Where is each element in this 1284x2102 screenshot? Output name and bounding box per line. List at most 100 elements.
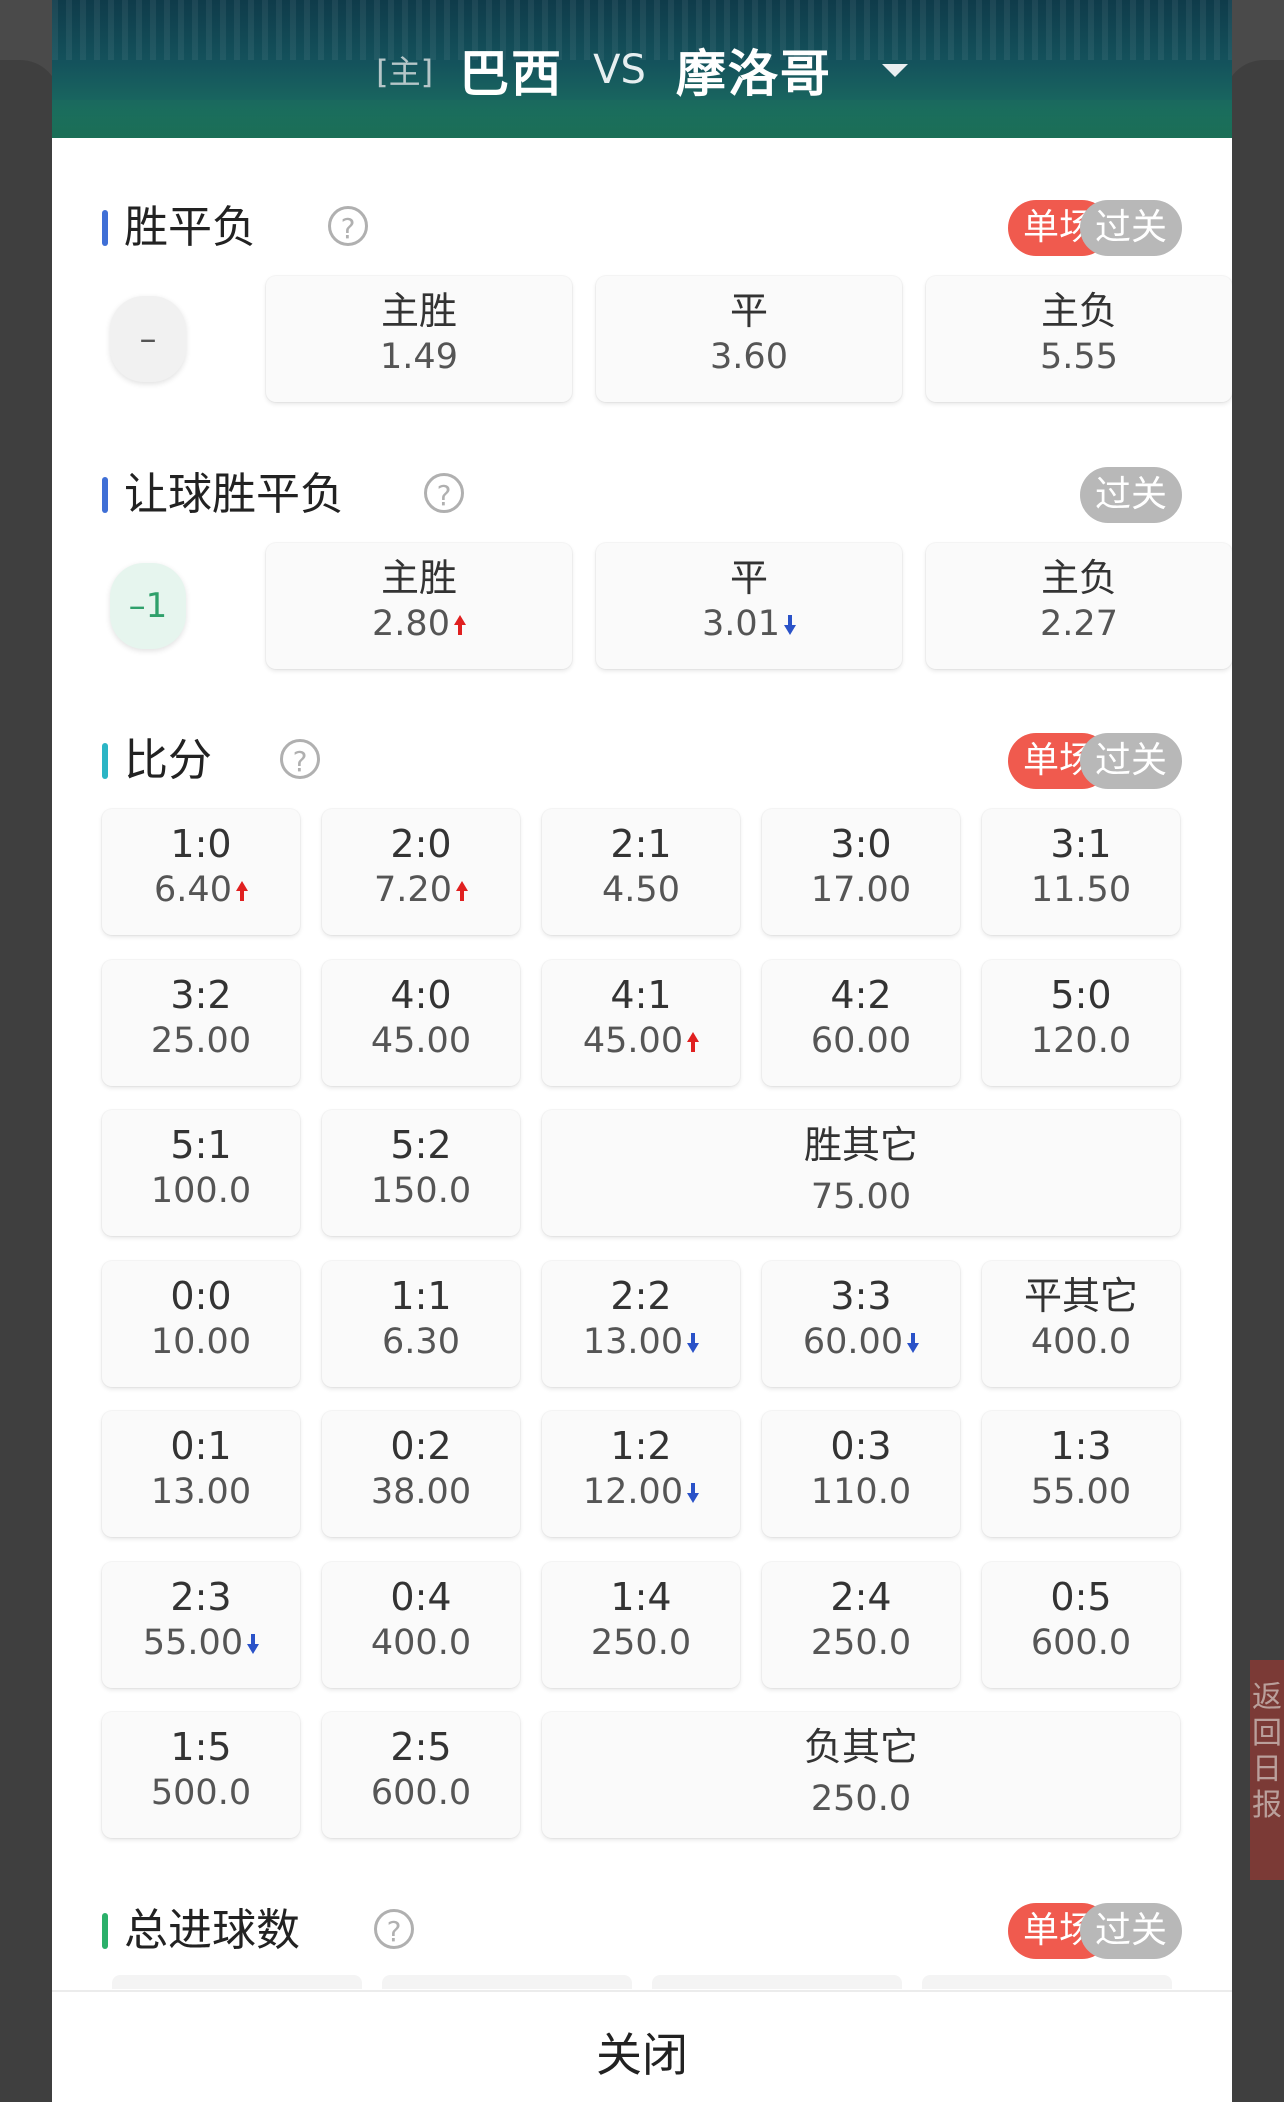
close-button[interactable]: 关闭 [52, 1990, 1232, 2102]
score-odds: 17.00 [810, 870, 912, 910]
arrow-up-icon [453, 615, 466, 635]
score-odds: 38.00 [370, 1472, 472, 1512]
score-option[interactable]: 平其它 400.0 [982, 1260, 1180, 1387]
option-home-loss[interactable]: 主负 2.27 [926, 543, 1232, 669]
option-home-win[interactable]: 主胜 2.80 [266, 543, 572, 669]
score-label: 4:1 [610, 972, 672, 1017]
score-option[interactable]: 2:4 250.0 [762, 1561, 960, 1688]
score-odds: 250.0 [590, 1622, 692, 1663]
score-odds: 150.0 [370, 1171, 472, 1211]
score-label: 0:0 [170, 1273, 232, 1318]
option-label: 主负 [1040, 289, 1117, 333]
score-option[interactable]: 3:2 25.00 [102, 959, 300, 1086]
section-title: 总进球数 [124, 1905, 300, 1956]
score-label: 0:4 [390, 1574, 452, 1619]
score-label: 5:0 [1050, 972, 1112, 1017]
section-bar [102, 1913, 108, 1949]
score-odds: 600.0 [370, 1773, 472, 1813]
score-option[interactable]: 2:2 13.00 [542, 1260, 740, 1387]
score-option[interactable]: 2:5 600.0 [322, 1712, 520, 1838]
score-option[interactable]: 3:0 17.00 [762, 809, 960, 935]
score-option[interactable]: 0:1 13.00 [102, 1411, 300, 1537]
score-label: 5:2 [390, 1123, 452, 1167]
vs-label: VS [593, 47, 646, 93]
help-icon[interactable]: ? [328, 206, 368, 246]
score-label: 1:3 [1050, 1424, 1112, 1468]
score-option[interactable]: 1:5 500.0 [102, 1712, 300, 1838]
chevron-down-icon[interactable] [881, 63, 908, 77]
score-label: 0:1 [170, 1424, 232, 1468]
background-left [0, 60, 60, 2102]
score-odds: 12.00 [582, 1472, 684, 1512]
score-odds: 120.0 [1030, 1020, 1132, 1061]
bet-sheet: [主] 巴西 VS 摩洛哥 胜平负 ? 单场 过关 – 主胜 1.49 平 3.… [52, 0, 1232, 2102]
help-icon[interactable]: ? [280, 739, 320, 779]
option-label: 平 [729, 289, 768, 333]
score-option[interactable]: 2:1 4.50 [542, 809, 740, 935]
score-label: 2:3 [170, 1574, 232, 1619]
option-draw[interactable]: 平 3.60 [596, 276, 902, 402]
score-option[interactable]: 1:1 6.30 [322, 1260, 520, 1387]
score-option[interactable]: 1:0 6.40 [102, 809, 300, 935]
score-option[interactable]: 负其它 250.0 [542, 1712, 1180, 1838]
score-option[interactable]: 4:2 60.00 [762, 959, 960, 1086]
score-label: 3:2 [170, 972, 232, 1017]
score-option[interactable]: 1:4 250.0 [542, 1561, 740, 1688]
option-label: 主胜 [380, 556, 457, 600]
score-option[interactable]: 4:1 45.00 [542, 959, 740, 1086]
score-option[interactable]: 0:3 110.0 [762, 1411, 960, 1537]
option-odds: 2.27 [1040, 604, 1118, 644]
score-option[interactable]: 2:3 55.00 [102, 1561, 300, 1688]
section-rqspf: 让球胜平负 ? 过关 –1 主胜 2.80 平 3.01 主负 2.27 [102, 467, 1232, 669]
close-label: 关闭 [596, 2028, 688, 2082]
score-label: 3:3 [830, 1273, 892, 1318]
score-option[interactable]: 1:3 55.00 [982, 1411, 1180, 1537]
option-draw[interactable]: 平 3.01 [596, 543, 902, 669]
match-header: [主] 巴西 VS 摩洛哥 [52, 0, 1232, 138]
option-odds: 3.60 [710, 337, 788, 377]
score-option[interactable]: 0:2 38.00 [322, 1411, 520, 1537]
arrow-down-icon [783, 615, 796, 635]
score-option[interactable]: 胜其它 75.00 [542, 1110, 1180, 1236]
score-option[interactable]: 2:0 7.20 [322, 809, 520, 935]
score-label: 2:0 [390, 822, 452, 866]
score-odds: 13.00 [582, 1321, 684, 1362]
score-option[interactable]: 3:3 60.00 [762, 1260, 960, 1387]
arrow-up-icon [235, 881, 248, 901]
parlay-button[interactable]: 过关 [1080, 1903, 1182, 1959]
option-odds: 3.01 [702, 604, 780, 644]
section-title: 胜平负 [124, 202, 256, 253]
option-peek [922, 1975, 1172, 1989]
score-label: 0:2 [390, 1424, 452, 1468]
parlay-button[interactable]: 过关 [1080, 467, 1182, 523]
score-option[interactable]: 4:0 45.00 [322, 959, 520, 1086]
arrow-down-icon [247, 1633, 260, 1654]
help-icon[interactable]: ? [374, 1909, 414, 1949]
score-label: 1:4 [610, 1574, 672, 1619]
score-label: 2:2 [610, 1273, 672, 1318]
score-odds: 250.0 [810, 1779, 912, 1819]
parlay-button[interactable]: 过关 [1080, 200, 1182, 256]
parlay-button[interactable]: 过关 [1080, 733, 1182, 789]
option-home-win[interactable]: 主胜 1.49 [266, 276, 572, 402]
away-team: 摩洛哥 [675, 45, 832, 103]
score-label: 1:1 [390, 1273, 452, 1318]
arrow-down-icon [907, 1332, 920, 1353]
score-option[interactable]: 5:0 120.0 [982, 959, 1180, 1086]
score-label: 3:1 [1050, 822, 1112, 866]
section-total-goals: 总进球数 ? 单场 过关 [102, 1903, 1182, 1963]
score-option[interactable]: 0:4 400.0 [322, 1561, 520, 1688]
score-option[interactable]: 3:1 11.50 [982, 809, 1180, 935]
help-icon[interactable]: ? [424, 473, 464, 513]
score-option[interactable]: 5:1 100.0 [102, 1110, 300, 1236]
score-option[interactable]: 0:5 600.0 [982, 1561, 1180, 1688]
score-odds: 4.50 [602, 870, 680, 910]
side-tab[interactable]: 返回日报 [1250, 1660, 1284, 1880]
arrow-down-icon [687, 1332, 700, 1353]
score-option[interactable]: 1:2 12.00 [542, 1411, 740, 1537]
score-odds: 400.0 [1030, 1321, 1132, 1362]
score-option[interactable]: 5:2 150.0 [322, 1110, 520, 1236]
option-home-loss[interactable]: 主负 5.55 [926, 276, 1232, 402]
score-label: 0:5 [1050, 1574, 1112, 1619]
score-option[interactable]: 0:0 10.00 [102, 1260, 300, 1387]
